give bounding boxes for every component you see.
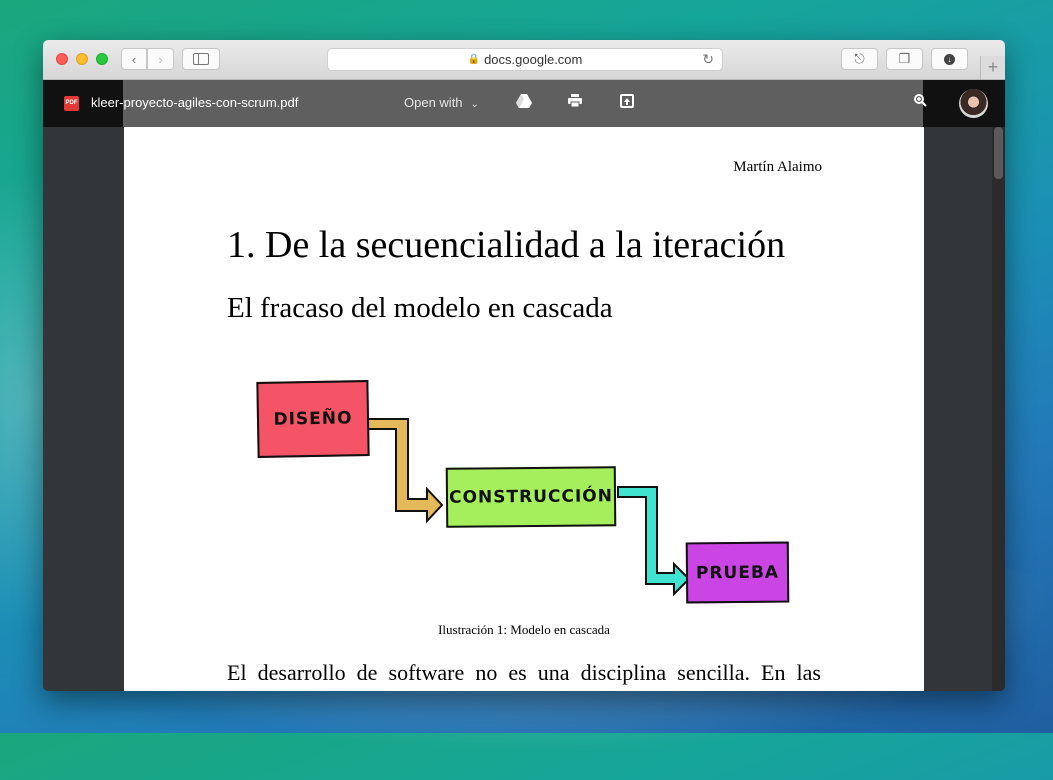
diseno-label: DISEÑO [273,408,353,430]
open-with-button[interactable]: Open with ⌄ [404,95,479,110]
chevron-right-icon: › [158,51,163,67]
address-bar[interactable]: 🔒 docs.google.com ↻ [327,48,723,71]
waterfall-figure: DISEÑO CONSTRUCCIÓN PRUEBA [124,127,924,691]
sidebar-icon [193,53,209,65]
pdf-file-icon: PDF [64,96,79,111]
plus-icon: + [987,57,999,77]
print-icon[interactable] [568,94,582,110]
new-tab-button[interactable]: + [980,56,1005,79]
url-text: docs.google.com [484,52,583,67]
body-paragraph: El desarrollo de software no es una disc… [227,660,821,685]
figure-caption: Ilustración 1: Modelo en cascada [438,622,610,637]
downloads-button[interactable]: ↓ [931,48,968,70]
close-window-button[interactable] [56,53,68,65]
open-in-new-window-icon[interactable] [620,94,634,111]
title-bar: ‹ › 🔒 docs.google.com ↻ ⎋ ❐ ↓ + [43,40,1005,80]
drive-icon[interactable] [516,94,532,111]
back-button[interactable]: ‹ [121,48,147,70]
avatar[interactable] [959,89,988,118]
chevron-down-icon: ⌄ [470,99,479,110]
file-name: kleer-proyecto-agiles-con-scrum.pdf [91,95,299,110]
figure-arrows [367,418,691,597]
browser-window: ‹ › 🔒 docs.google.com ↻ ⎋ ❐ ↓ + PDF klee… [43,40,1005,691]
zoom-icon[interactable] [914,94,927,110]
share-button[interactable]: ⎋ [841,48,878,70]
prueba-label: PRUEBA [695,562,780,583]
tabs-icon: ❐ [898,51,911,66]
forward-button[interactable]: › [147,48,174,70]
minimize-window-button[interactable] [76,53,88,65]
scrollbar-thumb[interactable] [994,127,1003,179]
prueba-box: PRUEBA [685,541,790,604]
reload-icon[interactable]: ↻ [702,51,714,68]
sidebar-button[interactable] [182,48,220,70]
pdf-page: Martín Alaimo 1. De la secuencialidad a … [124,127,924,691]
chevron-left-icon: ‹ [131,51,137,67]
tabs-overview-button[interactable]: ❐ [886,48,923,70]
diseno-box: DISEÑO [256,380,370,458]
share-icon: ⎋ [854,51,865,66]
construccion-box: CONSTRUCCIÓN [445,466,617,528]
zoom-window-button[interactable] [96,53,108,65]
open-with-label: Open with [404,95,463,110]
pdf-viewer-toolbar: PDF kleer-proyecto-agiles-con-scrum.pdf … [43,80,1005,127]
download-icon: ↓ [944,53,955,65]
lock-icon: 🔒 [467,54,481,65]
construccion-label: CONSTRUCCIÓN [448,486,614,508]
scrollbar[interactable] [992,127,1005,691]
